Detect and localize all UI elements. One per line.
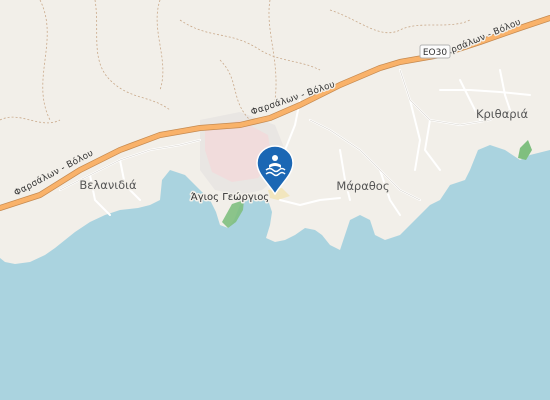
place-label-agios-georgios: Άγιος Γεώργιος xyxy=(191,191,269,203)
map[interactable]: Φαρσάλων - Βόλου Φαρσάλων - Βόλου Φαρσάλ… xyxy=(0,0,550,400)
place-label-krivaria: Κριθαριά xyxy=(476,107,529,121)
route-ref-label: ΕΟ30 xyxy=(423,48,447,58)
route-shield: ΕΟ30 xyxy=(419,44,451,59)
place-label-marathos: Μάραθος xyxy=(336,179,389,193)
map-canvas: Φαρσάλων - Βόλου Φαρσάλων - Βόλου Φαρσάλ… xyxy=(0,0,550,400)
place-label-velanidia: Βελανιδιά xyxy=(79,178,137,192)
